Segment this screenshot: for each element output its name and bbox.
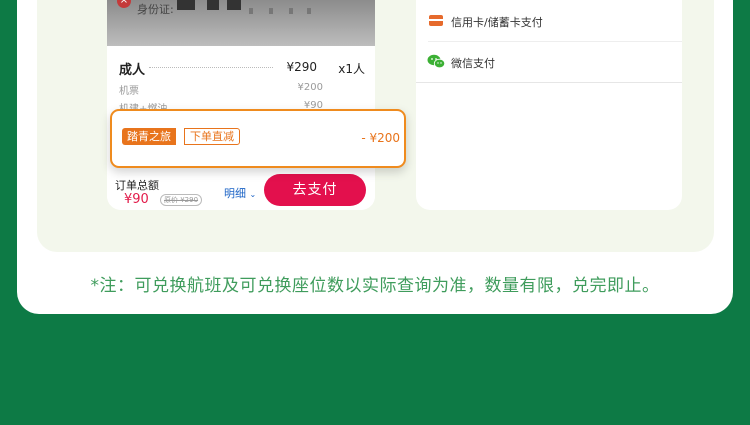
fare-qty: x1人 bbox=[338, 62, 365, 76]
payment-method-screen: 信用卡/储蓄卡支付 微信支付 bbox=[416, 0, 682, 210]
fare-label: 机票 bbox=[119, 86, 139, 97]
checkout-bar: 订单总额 ¥90 原价 ¥290 明细 ⌄ 去支付 bbox=[107, 168, 375, 210]
id-number-redacted bbox=[227, 0, 241, 10]
promo-card: × 身份证: 成人 ¥290 x1人 机票 ¥200 机 bbox=[17, 0, 733, 314]
id-number-redacted bbox=[249, 8, 253, 14]
remove-icon[interactable]: × bbox=[117, 0, 131, 8]
id-label: 身份证: bbox=[137, 3, 174, 16]
fare-label: 成人 bbox=[119, 63, 146, 78]
payment-method-list: 信用卡/储蓄卡支付 微信支付 bbox=[416, 0, 682, 83]
chevron-down-icon: ⌄ bbox=[249, 190, 257, 199]
payment-option-wechat[interactable]: 微信支付 bbox=[416, 41, 682, 81]
total-label: 订单总额 bbox=[115, 179, 159, 192]
fare-row-ticket: 机票 ¥200 bbox=[119, 82, 365, 97]
footnote: *注：可兑换航班及可兑换座位数以实际查询为准，数量有限，兑完即止。 bbox=[90, 276, 660, 296]
payment-option-label: 微信支付 bbox=[451, 57, 495, 70]
promo-tag-secondary: 下单直减 bbox=[184, 128, 240, 145]
id-number-redacted bbox=[177, 0, 195, 10]
pay-button[interactable]: 去支付 bbox=[264, 174, 366, 206]
screenshot-panel: × 身份证: 成人 ¥290 x1人 机票 ¥200 机 bbox=[37, 0, 714, 252]
fare-price: ¥290 bbox=[286, 60, 317, 74]
detail-link-label: 明细 bbox=[224, 187, 246, 200]
bank-card-icon bbox=[429, 15, 443, 26]
wechat-icon bbox=[427, 54, 445, 69]
id-number-redacted bbox=[307, 8, 311, 14]
original-price: 原价 ¥290 bbox=[160, 194, 203, 206]
promo-tag-primary: 踏青之旅 bbox=[122, 128, 176, 145]
id-number-redacted bbox=[269, 8, 273, 14]
fare-price: ¥200 bbox=[297, 82, 323, 93]
order-summary-screen: × 身份证: 成人 ¥290 x1人 机票 ¥200 机 bbox=[107, 0, 375, 210]
passenger-id-strip: × 身份证: bbox=[107, 0, 375, 46]
discount-amount: - ¥200 bbox=[361, 131, 400, 145]
id-number-redacted bbox=[289, 8, 293, 14]
detail-link[interactable]: 明细 ⌄ bbox=[224, 185, 256, 201]
dotted-leader bbox=[149, 67, 273, 68]
total-price: ¥90 bbox=[124, 192, 149, 207]
id-number-redacted bbox=[207, 0, 219, 10]
payment-option-label: 信用卡/储蓄卡支付 bbox=[451, 16, 543, 29]
discount-callout: 踏青之旅 下单直减 - ¥200 bbox=[110, 109, 406, 168]
payment-option-card[interactable]: 信用卡/储蓄卡支付 bbox=[416, 0, 682, 42]
fare-row-adult: 成人 ¥290 x1人 bbox=[119, 59, 365, 78]
